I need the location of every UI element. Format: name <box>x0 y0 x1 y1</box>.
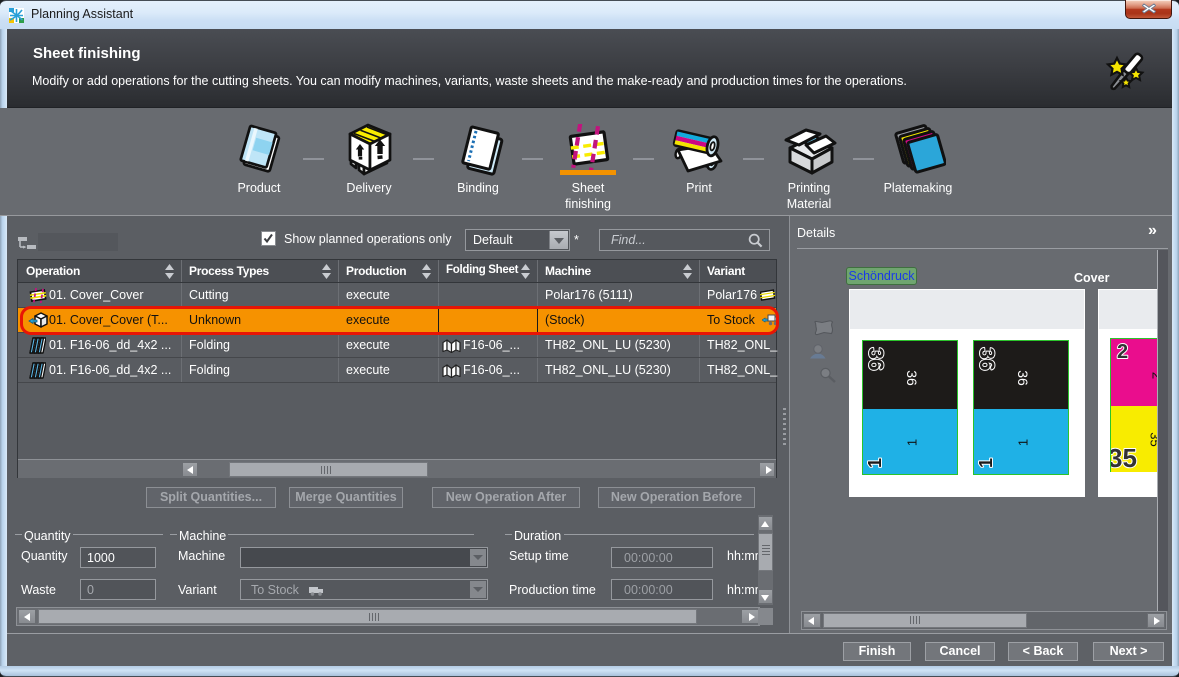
svg-text:1: 1 <box>976 458 996 468</box>
svg-text:1: 1 <box>865 458 885 468</box>
svg-text:2: 2 <box>1117 341 1128 363</box>
svg-text:36: 36 <box>975 347 998 370</box>
svg-text:36: 36 <box>864 347 887 370</box>
svg-text:35: 35 <box>1111 443 1137 472</box>
